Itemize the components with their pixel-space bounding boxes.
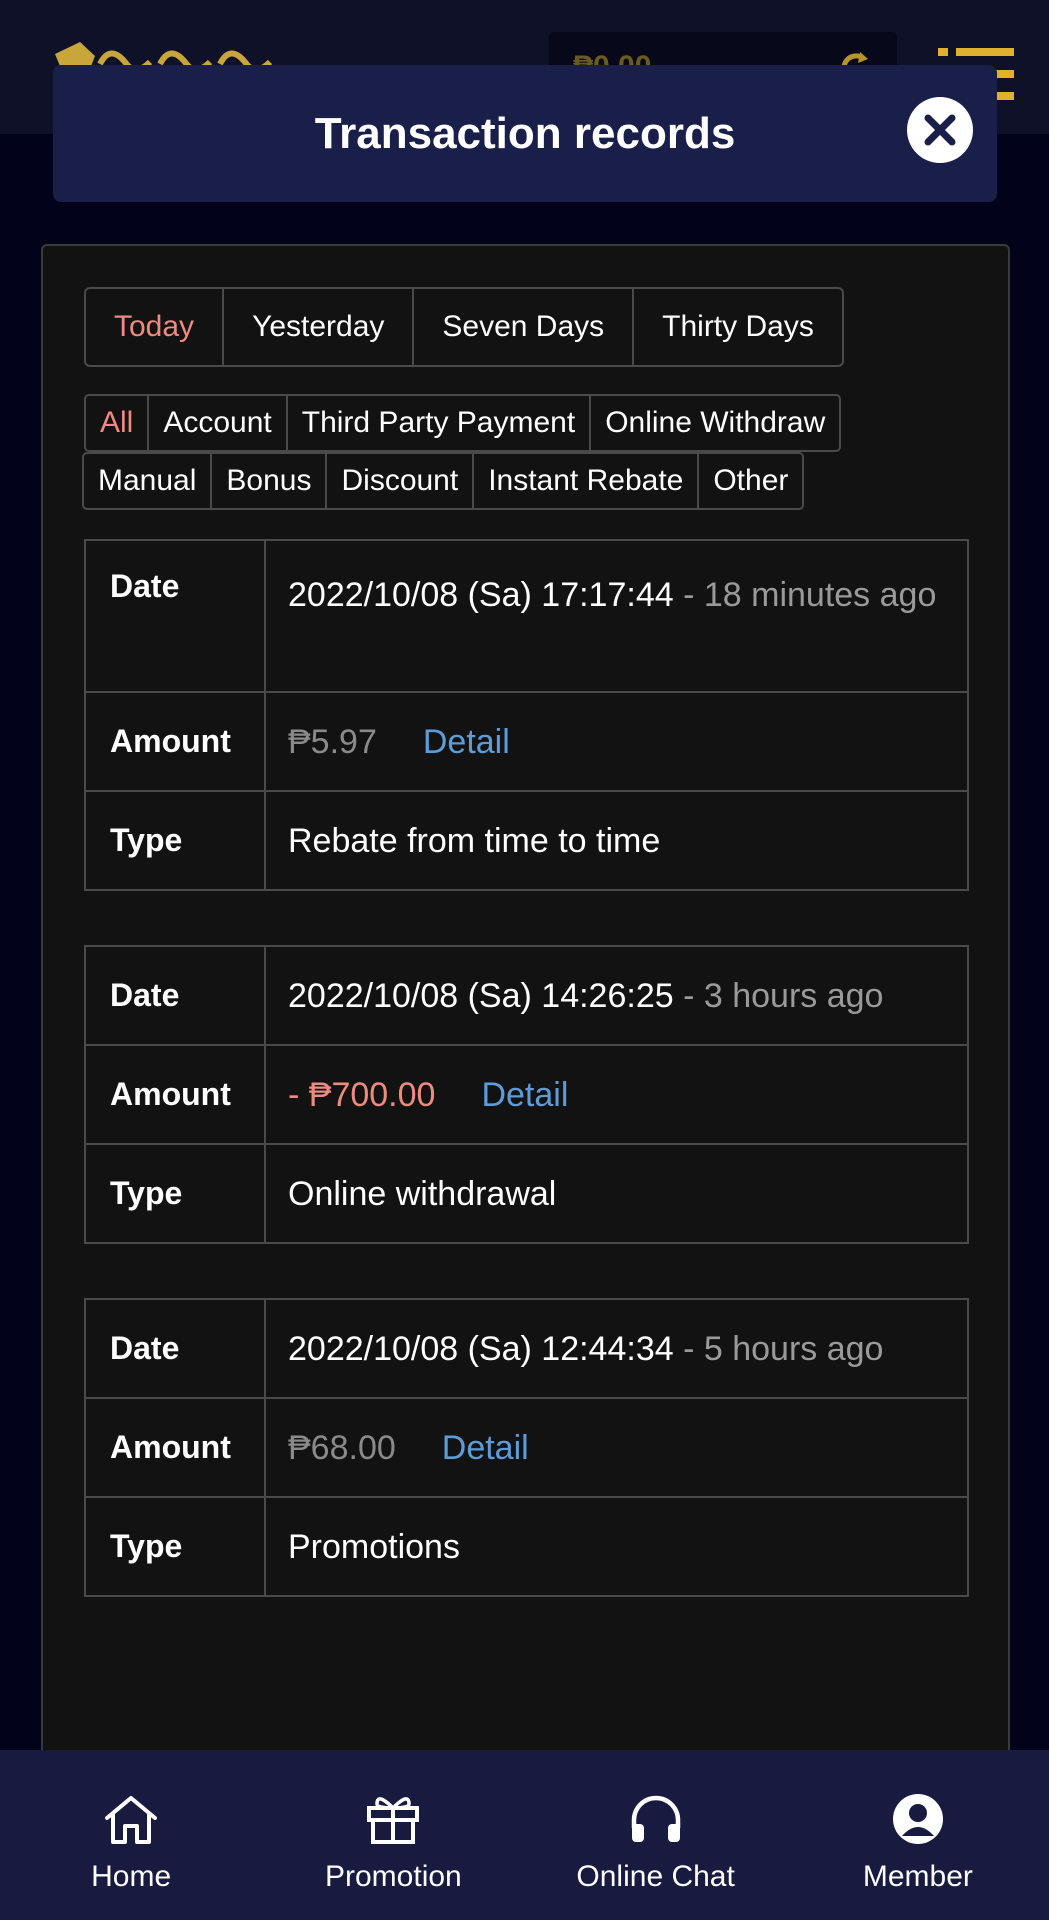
date-label: Date [86,541,266,691]
amount-text: ₱68.00 [288,1428,396,1467]
amount-label: Amount [86,693,266,790]
record-type-row: Type Online withdrawal [86,1145,967,1242]
close-icon [924,114,956,146]
date-value: 2022/10/08 (Sa) 14:26:25 - 3 hours ago [266,947,967,1044]
record-amount-row: Amount - ₱700.00 Detail [86,1046,967,1145]
type-value: Rebate from time to time [288,821,661,860]
nav-promotion[interactable]: Promotion [262,1750,524,1920]
nav-online-chat-label: Online Chat [576,1860,735,1893]
nav-home-label: Home [91,1860,172,1893]
home-icon [105,1796,158,1844]
transaction-record: Date 2022/10/08 (Sa) 17:17:44 - 18 minut… [84,539,969,891]
amount-label: Amount [86,1046,266,1143]
date-text: 2022/10/08 (Sa) 17:17:44 [288,576,674,614]
transaction-panel: Today Yesterday Seven Days Thirty Days A… [41,244,1010,1920]
date-value: 2022/10/08 (Sa) 12:44:34 - 5 hours ago [266,1300,967,1397]
transaction-record: Date 2022/10/08 (Sa) 12:44:34 - 5 hours … [84,1298,969,1597]
user-icon [892,1794,943,1844]
type-label: Type [86,1145,266,1242]
detail-link[interactable]: Detail [423,715,510,769]
record-amount-row: Amount ₱5.97 Detail [86,693,967,792]
relative-time: - 18 minutes ago [683,576,937,614]
detail-link[interactable]: Detail [481,1068,568,1122]
date-label: Date [86,1300,266,1397]
type-tab-all[interactable]: All [84,394,150,452]
date-value: 2022/10/08 (Sa) 17:17:44 - 18 minutes ag… [266,541,967,691]
type-tab-bonus[interactable]: Bonus [210,452,328,510]
amount-text: - ₱700.00 [288,1075,436,1114]
modal-header: Transaction records [53,65,997,202]
bottom-nav: Home Promotion Online Chat Member [0,1750,1049,1920]
record-date-row: Date 2022/10/08 (Sa) 17:17:44 - 18 minut… [86,541,967,693]
nav-home[interactable]: Home [0,1750,262,1920]
tab-today[interactable]: Today [86,289,225,365]
nav-promotion-label: Promotion [325,1860,462,1893]
record-date-row: Date 2022/10/08 (Sa) 12:44:34 - 5 hours … [86,1300,967,1399]
date-text: 2022/10/08 (Sa) 14:26:25 [288,976,674,1015]
headphones-icon [631,1795,680,1842]
gift-icon [367,1797,420,1844]
record-date-row: Date 2022/10/08 (Sa) 14:26:25 - 3 hours … [86,947,967,1046]
tab-yesterday[interactable]: Yesterday [224,289,415,365]
date-label: Date [86,947,266,1044]
amount-value: ₱68.00 Detail [266,1399,967,1496]
nav-member[interactable]: Member [787,1750,1049,1920]
amount-value: - ₱700.00 Detail [266,1046,967,1143]
record-amount-row: Amount ₱68.00 Detail [86,1399,967,1498]
type-label: Type [86,792,266,889]
type-value: Online withdrawal [288,1174,557,1213]
amount-label: Amount [86,1399,266,1496]
type-label: Type [86,1498,266,1595]
amount-text: ₱5.97 [288,722,377,761]
nav-member-label: Member [862,1860,973,1893]
modal-title: Transaction records [314,108,736,158]
type-value: Promotions [288,1527,460,1566]
type-tab-third-party-payment[interactable]: Third Party Payment [285,394,592,452]
type-tab-instant-rebate[interactable]: Instant Rebate [472,452,700,510]
type-tab-online-withdraw[interactable]: Online Withdraw [589,394,842,452]
detail-link[interactable]: Detail [442,1421,529,1475]
close-button[interactable] [907,97,973,163]
tab-seven-days[interactable]: Seven Days [414,289,635,365]
type-filter-row-1: All Account Third Party Payment Online W… [84,394,842,452]
nav-online-chat[interactable]: Online Chat [525,1750,787,1920]
period-filter: Today Yesterday Seven Days Thirty Days [84,287,844,367]
record-type-row: Type Promotions [86,1498,967,1595]
type-tab-other[interactable]: Other [697,452,805,510]
date-text: 2022/10/08 (Sa) 12:44:34 [288,1329,674,1368]
tab-thirty-days[interactable]: Thirty Days [634,289,842,365]
type-tab-account[interactable]: Account [147,394,288,452]
type-tab-manual[interactable]: Manual [82,452,213,510]
relative-time: - 5 hours ago [683,1329,884,1368]
amount-value: ₱5.97 Detail [266,693,967,790]
relative-time: - 3 hours ago [683,976,884,1015]
transaction-record: Date 2022/10/08 (Sa) 14:26:25 - 3 hours … [84,945,969,1244]
type-filter-row-2: Manual Bonus Discount Instant Rebate Oth… [82,452,805,510]
type-tab-discount[interactable]: Discount [325,452,475,510]
record-type-row: Type Rebate from time to time [86,792,967,889]
